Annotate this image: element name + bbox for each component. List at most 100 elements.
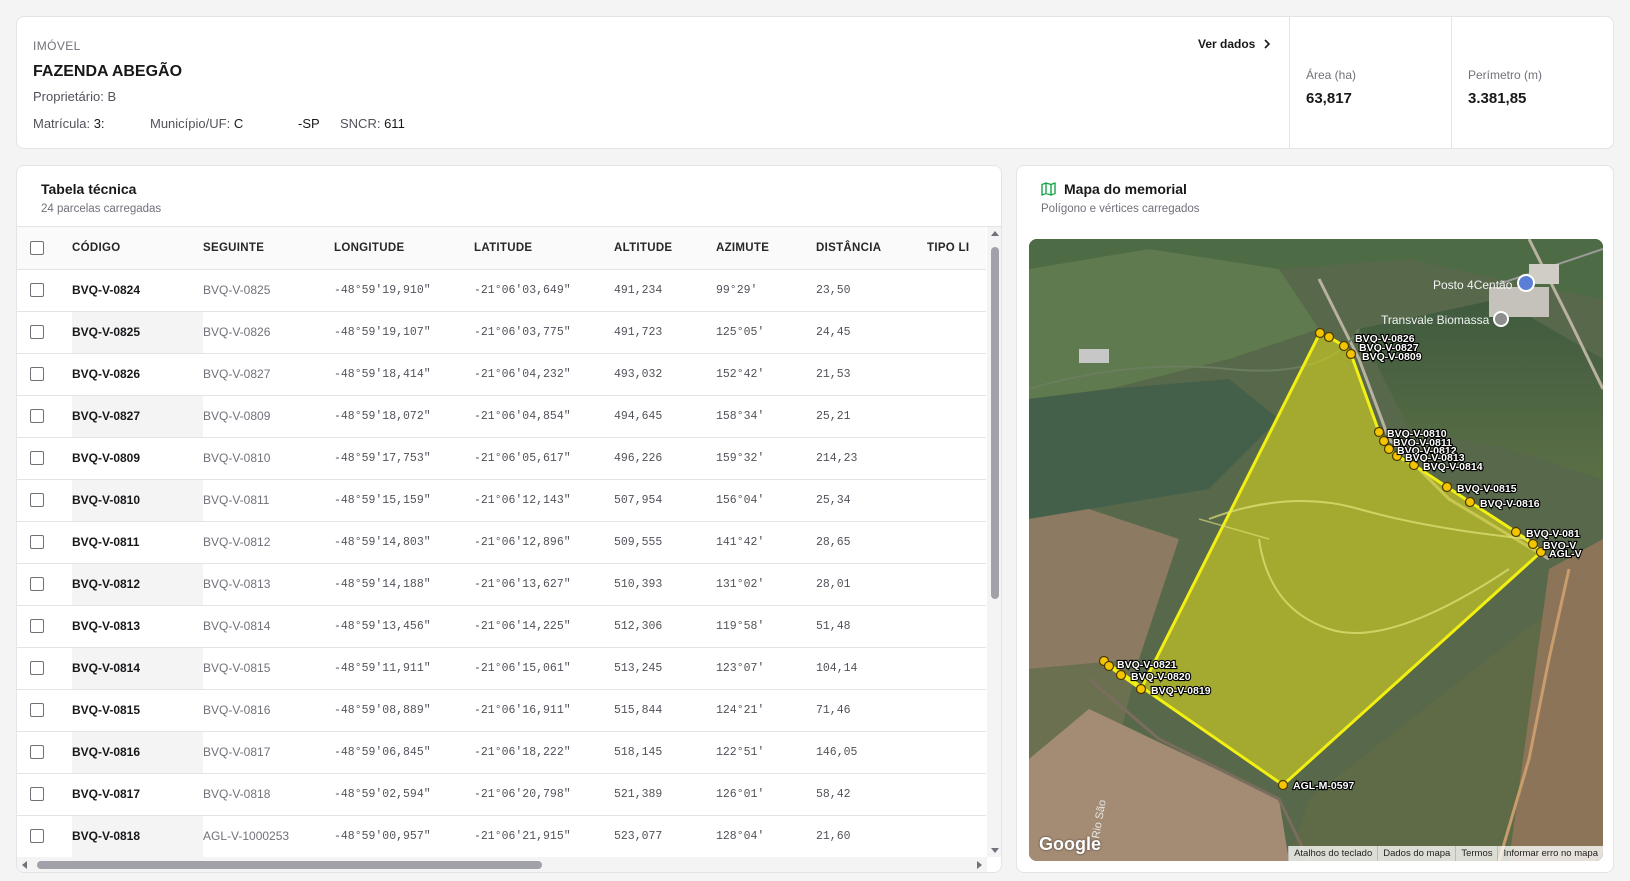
cell-seguinte: BVQ-V-0827 xyxy=(203,353,334,396)
row-checkbox[interactable] xyxy=(30,829,44,844)
row-checkbox[interactable] xyxy=(30,745,44,760)
row-checkbox-cell xyxy=(17,815,72,857)
vertex-0819[interactable] xyxy=(1135,683,1147,695)
cell-tipo-limite xyxy=(927,437,986,480)
row-checkbox[interactable] xyxy=(30,283,44,298)
cell-seguinte: BVQ-V-0814 xyxy=(203,605,334,648)
row-checkbox-cell xyxy=(17,395,72,438)
vertex-0810[interactable] xyxy=(1373,426,1385,438)
satellite-map[interactable]: Posto 4Centão Transvale Biomassa Rio São xyxy=(1029,239,1603,861)
table-row[interactable]: BVQ-V-0817 BVQ-V-0818 -48°59'02,594" -21°06… xyxy=(17,773,986,816)
cell-latitude: -21°06'03,649" xyxy=(474,269,614,312)
cell-altitude: 510,393 xyxy=(614,563,716,606)
col-azimute[interactable]: AZIMUTE xyxy=(716,227,816,270)
col-codigo[interactable]: CÓDIGO xyxy=(72,227,203,270)
cell-codigo: BVQ-V-0818 xyxy=(72,815,203,857)
horizontal-scroll-thumb[interactable] xyxy=(37,861,542,869)
owner-label: Proprietário: xyxy=(33,89,104,104)
table-row[interactable]: BVQ-V-0812 BVQ-V-0813 -48°59'14,188" -21°06… xyxy=(17,563,986,606)
cell-longitude: -48°59'02,594" xyxy=(334,773,474,816)
horizontal-scrollbar[interactable] xyxy=(17,857,987,872)
vertical-scrollbar[interactable] xyxy=(987,227,1001,857)
row-checkbox-cell xyxy=(17,353,72,396)
row-checkbox[interactable] xyxy=(30,451,44,466)
chevron-right-icon xyxy=(1264,39,1271,49)
cell-azimute: 141°42' xyxy=(716,521,816,564)
scroll-left-icon[interactable] xyxy=(22,861,27,869)
vertex-0816[interactable] xyxy=(1464,496,1476,508)
vertex-0821[interactable] xyxy=(1103,660,1115,672)
cell-longitude: -48°59'06,845" xyxy=(334,731,474,774)
vertex-0824[interactable] xyxy=(1314,327,1326,339)
table-row[interactable]: BVQ-V-0818 AGL-V-1000253 -48°59'00,957" -21… xyxy=(17,815,986,857)
vertex-0826[interactable] xyxy=(1338,340,1350,352)
footer-terms[interactable]: Termos xyxy=(1455,846,1498,861)
row-checkbox-cell xyxy=(17,773,72,816)
table-title: Tabela técnica xyxy=(41,181,137,197)
cell-latitude: -21°06'14,225" xyxy=(474,605,614,648)
cell-tipo-limite xyxy=(927,563,986,606)
table-row[interactable]: BVQ-V-0810 BVQ-V-0811 -48°59'15,159" -21°06… xyxy=(17,479,986,522)
table-row[interactable]: BVQ-V-0824 BVQ-V-0825 -48°59'19,910" -21°06… xyxy=(17,269,986,312)
vertex-0825[interactable] xyxy=(1323,331,1335,343)
row-checkbox[interactable] xyxy=(30,577,44,592)
row-checkbox[interactable] xyxy=(30,787,44,802)
row-checkbox[interactable] xyxy=(30,493,44,508)
cell-longitude: -48°59'18,072" xyxy=(334,395,474,438)
vertex-0827[interactable] xyxy=(1345,348,1357,360)
table-row[interactable]: BVQ-V-0809 BVQ-V-0810 -48°59'17,753" -21°06… xyxy=(17,437,986,480)
scroll-right-icon[interactable] xyxy=(977,861,982,869)
cell-tipo-limite xyxy=(927,521,986,564)
table-row[interactable]: BVQ-V-0811 BVQ-V-0812 -48°59'14,803" -21°06… xyxy=(17,521,986,564)
table-body: BVQ-V-0824 BVQ-V-0825 -48°59'19,910" -21°06… xyxy=(17,269,986,857)
col-seguinte[interactable]: SEGUINTE xyxy=(203,227,334,270)
vertex-0818[interactable] xyxy=(1527,538,1539,550)
table-row[interactable]: BVQ-V-0813 BVQ-V-0814 -48°59'13,456" -21°06… xyxy=(17,605,986,648)
footer-report-error[interactable]: Informar erro no mapa xyxy=(1497,846,1603,861)
vertex-0817[interactable] xyxy=(1510,526,1522,538)
footer-map-data[interactable]: Dados do mapa xyxy=(1377,846,1456,861)
table-row[interactable]: BVQ-V-0814 BVQ-V-0815 -48°59'11,911" -21°06… xyxy=(17,647,986,690)
cell-codigo: BVQ-V-0814 xyxy=(72,647,203,690)
cell-codigo: BVQ-V-0826 xyxy=(72,353,203,396)
cell-longitude: -48°59'19,107" xyxy=(334,311,474,354)
col-longitude[interactable]: LONGITUDE xyxy=(334,227,474,270)
vertical-scroll-thumb[interactable] xyxy=(991,247,999,599)
row-checkbox[interactable] xyxy=(30,661,44,676)
row-checkbox[interactable] xyxy=(30,619,44,634)
map-view[interactable]: Posto 4Centão Transvale Biomassa Rio São xyxy=(1029,239,1603,861)
col-altitude[interactable]: ALTITUDE xyxy=(614,227,716,270)
table-row[interactable]: BVQ-V-0826 BVQ-V-0827 -48°59'18,414" -21°06… xyxy=(17,353,986,396)
col-tipo-limite[interactable]: TIPO LI xyxy=(927,227,986,270)
cell-seguinte: BVQ-V-0818 xyxy=(203,773,334,816)
map-subtitle: Polígono e vértices carregados xyxy=(1041,203,1200,215)
place-pin-icon[interactable] xyxy=(1493,311,1509,327)
cell-azimute: 152°42' xyxy=(716,353,816,396)
vlabel-0821: BVQ-V-0821 xyxy=(1117,659,1177,671)
cell-seguinte: BVQ-V-0810 xyxy=(203,437,334,480)
cell-distancia: 58,42 xyxy=(816,773,927,816)
cell-tipo-limite xyxy=(927,731,986,774)
table-row[interactable]: BVQ-V-0815 BVQ-V-0816 -48°59'08,889" -21°06… xyxy=(17,689,986,732)
ver-dados-link[interactable]: Ver dados xyxy=(1198,37,1271,51)
row-checkbox[interactable] xyxy=(30,703,44,718)
row-checkbox[interactable] xyxy=(30,535,44,550)
scroll-up-icon[interactable] xyxy=(991,231,999,236)
footer-shortcuts[interactable]: Atalhos do teclado xyxy=(1288,846,1378,861)
table-row[interactable]: BVQ-V-0816 BVQ-V-0817 -48°59'06,845" -21°06… xyxy=(17,731,986,774)
col-distancia[interactable]: DISTÂNCIA xyxy=(816,227,927,270)
map-title-row: Mapa do memorial xyxy=(1041,181,1589,197)
gas-station-icon[interactable] xyxy=(1517,274,1535,292)
row-checkbox[interactable] xyxy=(30,367,44,382)
col-latitude[interactable]: LATITUDE xyxy=(474,227,614,270)
row-checkbox[interactable] xyxy=(30,409,44,424)
vertex-0815[interactable] xyxy=(1441,481,1453,493)
map-header: Mapa do memorial Polígono e vértices car… xyxy=(1017,166,1613,230)
table-row[interactable]: BVQ-V-0827 BVQ-V-0809 -48°59'18,072" -21°06… xyxy=(17,395,986,438)
table-row[interactable]: BVQ-V-0825 BVQ-V-0826 -48°59'19,107" -21°06… xyxy=(17,311,986,354)
vertex-aglm[interactable] xyxy=(1277,779,1289,791)
vertex-0820[interactable] xyxy=(1115,669,1127,681)
scroll-down-icon[interactable] xyxy=(991,848,999,853)
select-all-checkbox[interactable] xyxy=(30,240,44,255)
row-checkbox[interactable] xyxy=(30,325,44,340)
